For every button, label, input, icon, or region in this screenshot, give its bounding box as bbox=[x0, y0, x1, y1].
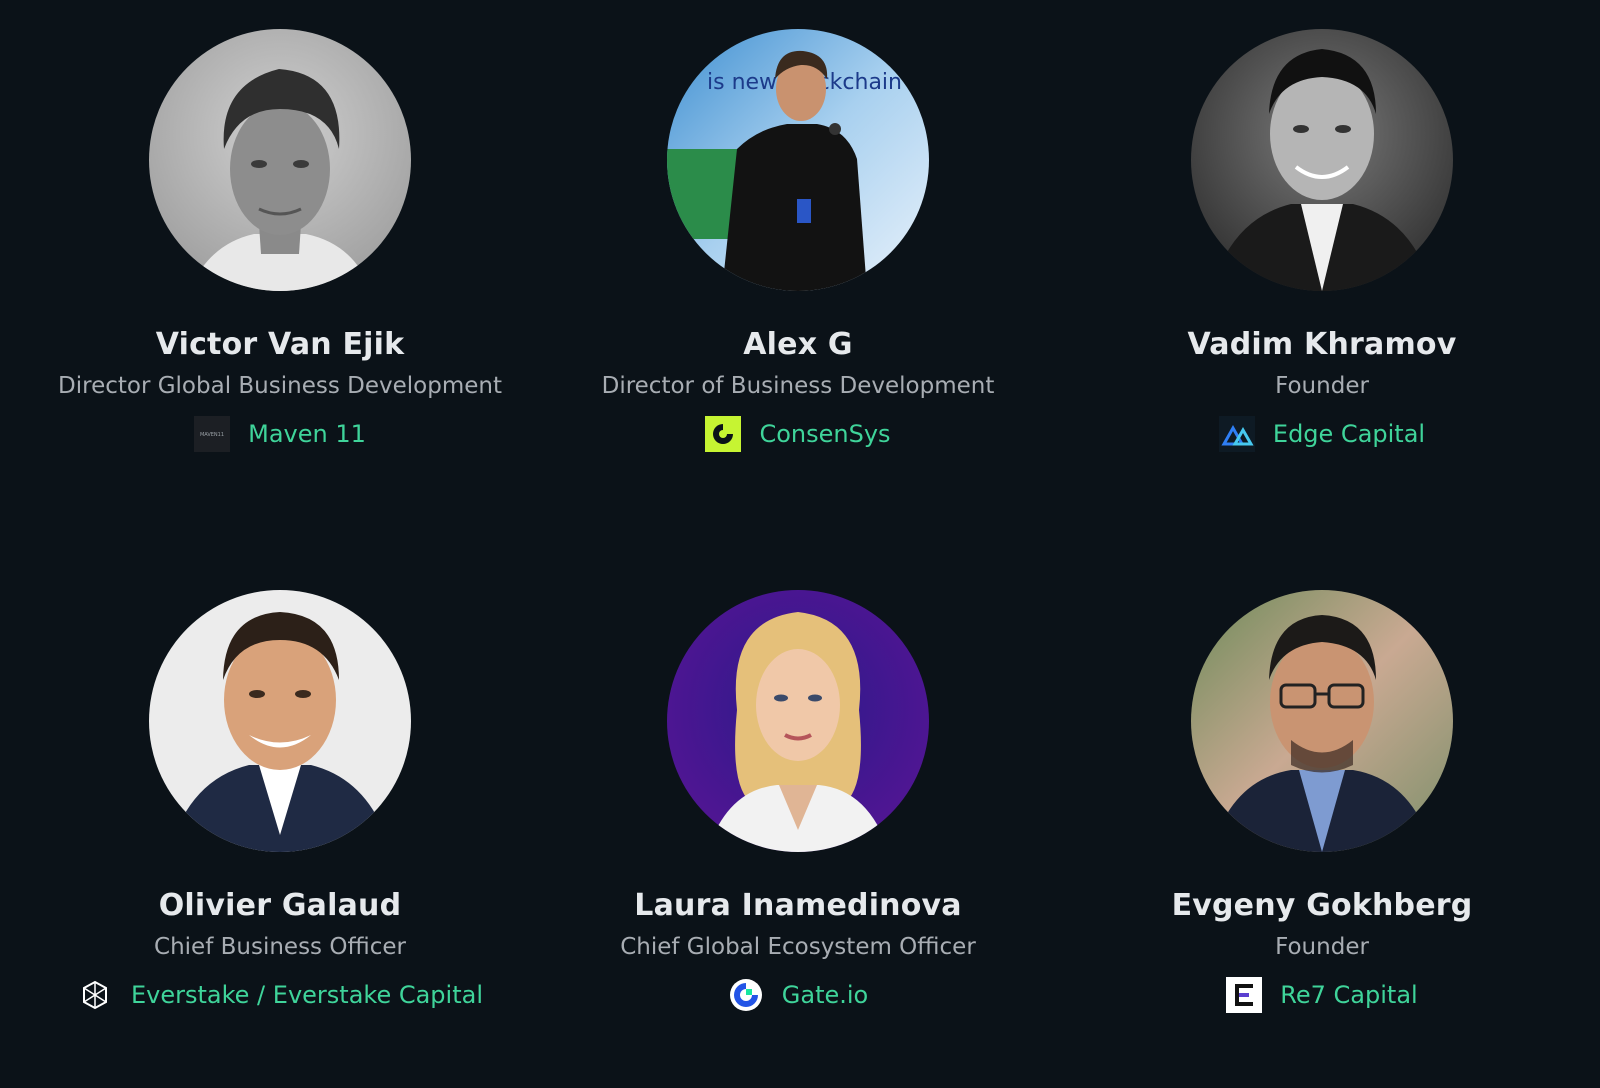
speaker-company[interactable]: Edge Capital bbox=[1218, 416, 1425, 452]
portrait-woman-blonde-icon bbox=[667, 590, 929, 852]
speakers-grid: Victor Van Ejik Director Global Business… bbox=[0, 0, 1600, 1088]
portrait-bw-man-icon bbox=[149, 29, 411, 291]
speaker-role: Chief Business Officer bbox=[154, 934, 406, 960]
speaker-name: Evgeny Gokhberg bbox=[1171, 888, 1473, 923]
company-link[interactable]: Re7 Capital bbox=[1280, 980, 1417, 1010]
speaker-name: Alex G bbox=[743, 327, 853, 362]
gateio-logo-icon bbox=[728, 977, 764, 1013]
speaker-company[interactable]: Everstake / Everstake Capital bbox=[77, 977, 483, 1013]
speaker-card: Laura Inamedinova Chief Global Ecosystem… bbox=[538, 590, 1058, 1013]
company-link[interactable]: Gate.io bbox=[782, 980, 868, 1010]
speaker-company[interactable]: Gate.io bbox=[728, 977, 868, 1013]
portrait-speaker-stage-icon: is new blockchain bbox=[667, 29, 929, 291]
portrait-bw-man-suit-icon bbox=[1191, 29, 1453, 291]
speaker-photo bbox=[149, 590, 411, 852]
everstake-logo-icon bbox=[77, 977, 113, 1013]
edge-capital-logo-icon bbox=[1218, 416, 1255, 452]
speaker-photo bbox=[667, 590, 929, 852]
speaker-role: Chief Global Ecosystem Officer bbox=[620, 934, 976, 960]
company-link[interactable]: ConsenSys bbox=[759, 419, 890, 449]
speaker-role: Founder bbox=[1275, 934, 1369, 960]
company-link[interactable]: Maven 11 bbox=[248, 419, 366, 449]
speaker-card: Olivier Galaud Chief Business Officer Ev… bbox=[20, 590, 540, 1013]
company-link[interactable]: Everstake / Everstake Capital bbox=[131, 980, 483, 1010]
portrait-man-glasses-icon bbox=[1191, 590, 1453, 852]
consensys-logo-icon bbox=[705, 416, 742, 452]
speaker-name: Victor Van Ejik bbox=[155, 327, 405, 362]
speaker-role: Director of Business Development bbox=[601, 373, 995, 399]
speaker-company[interactable]: Re7 Capital bbox=[1226, 977, 1418, 1013]
speaker-card: is new blockchain Alex G Director of Bus… bbox=[538, 29, 1058, 452]
maven11-logo-icon: MAVEN11 bbox=[194, 416, 231, 452]
portrait-man-smiling-icon bbox=[149, 590, 411, 852]
maven11-logo-text: MAVEN11 bbox=[200, 432, 224, 438]
speaker-photo bbox=[1191, 590, 1453, 852]
speaker-photo bbox=[149, 29, 411, 291]
speaker-card: Victor Van Ejik Director Global Business… bbox=[20, 29, 540, 452]
speaker-name: Laura Inamedinova bbox=[634, 888, 962, 923]
speaker-company[interactable]: MAVEN11 Maven 11 bbox=[194, 416, 366, 452]
speaker-photo bbox=[1191, 29, 1453, 291]
speaker-card: Evgeny Gokhberg Founder Re7 Capital bbox=[1062, 590, 1582, 1013]
speaker-name: Vadim Khramov bbox=[1187, 327, 1457, 362]
speaker-company[interactable]: ConsenSys bbox=[705, 416, 891, 452]
company-link[interactable]: Edge Capital bbox=[1273, 419, 1425, 449]
re7-capital-logo-icon bbox=[1226, 977, 1263, 1013]
speaker-role: Founder bbox=[1275, 373, 1369, 399]
speaker-photo: is new blockchain bbox=[667, 29, 929, 291]
speaker-card: Vadim Khramov Founder Edge Capital bbox=[1062, 29, 1582, 452]
speaker-role: Director Global Business Development bbox=[58, 373, 502, 399]
speaker-name: Olivier Galaud bbox=[158, 888, 402, 923]
